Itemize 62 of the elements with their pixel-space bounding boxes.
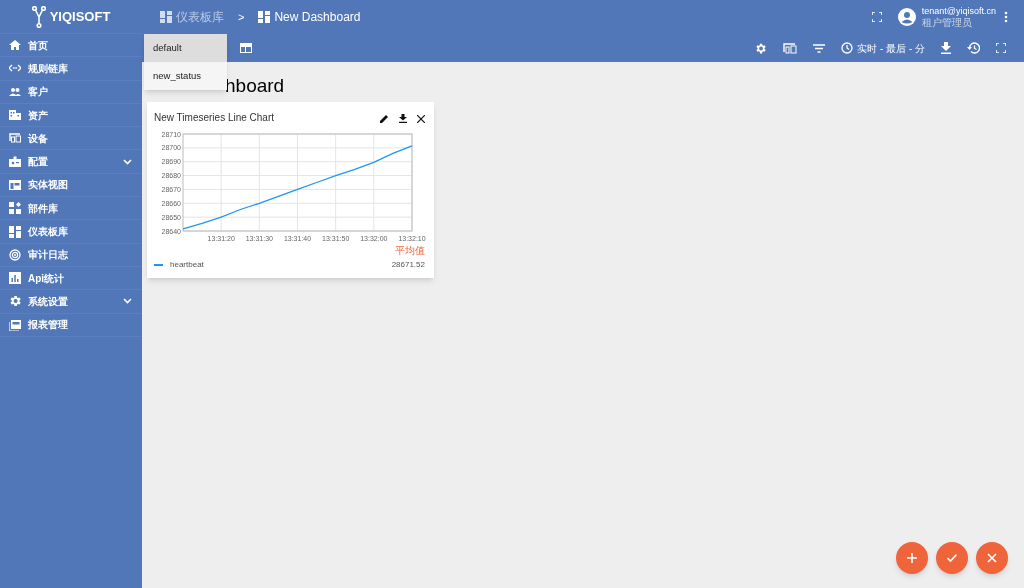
sidebar-item[interactable]: 配置 xyxy=(0,150,142,174)
add-button[interactable] xyxy=(896,542,928,574)
logo-icon xyxy=(31,5,46,28)
breadcrumb-link[interactable]: 仪表板库 xyxy=(160,8,224,26)
sidebar-item[interactable]: 资产 xyxy=(0,103,142,128)
history-icon[interactable] xyxy=(967,42,980,54)
settings-icon xyxy=(9,295,21,308)
clock-icon xyxy=(841,42,854,54)
report-icon xyxy=(9,318,21,331)
bar-chart-icon xyxy=(9,272,21,285)
sidebar-item[interactable]: 报表管理 xyxy=(0,313,142,337)
breadcrumb-link[interactable]: New Dashboard xyxy=(258,8,361,26)
layout-icon[interactable] xyxy=(240,43,252,53)
more-icon[interactable] xyxy=(1004,11,1008,23)
target-icon xyxy=(9,248,21,261)
chevron-down-icon xyxy=(123,158,132,165)
chevron-down-icon xyxy=(123,298,132,305)
sidebar-item[interactable]: 仪表板库 xyxy=(0,220,142,244)
legend-value: 28671.52 xyxy=(391,259,426,271)
dashboard-title: hboard xyxy=(225,74,285,98)
dashboard-icon xyxy=(160,11,172,23)
grid-icon xyxy=(9,178,21,191)
breadcrumb-separator: > xyxy=(238,9,245,25)
widget-title: New Timeseries Line Chart xyxy=(154,111,275,125)
legend-header: 平均值 xyxy=(395,244,425,258)
user-role: 租户管理员 xyxy=(921,17,973,28)
menu-item[interactable]: new_status xyxy=(144,62,227,90)
fullscreen-icon[interactable] xyxy=(996,43,1006,53)
dashboard-icon xyxy=(258,11,271,23)
sidebar-item[interactable]: 系统设置 xyxy=(0,290,142,314)
home-icon xyxy=(9,39,21,52)
check-icon xyxy=(947,553,957,563)
legend-label: heartbeat xyxy=(170,259,205,271)
sidebar-item[interactable]: Api统计 xyxy=(0,266,142,291)
avatar-icon[interactable] xyxy=(897,8,916,26)
sidebar-item[interactable]: 规则链库 xyxy=(0,57,142,81)
sidebar-item[interactable]: 客户 xyxy=(0,80,142,104)
devices-icon[interactable] xyxy=(783,42,798,54)
edit-icon[interactable] xyxy=(380,114,389,123)
people-icon xyxy=(9,85,21,98)
badge-icon xyxy=(9,155,21,168)
sidebar-item[interactable]: 实体视图 xyxy=(0,173,142,198)
download-icon[interactable] xyxy=(399,114,407,123)
filter-icon[interactable] xyxy=(813,43,826,53)
fullscreen-icon[interactable] xyxy=(871,12,882,22)
close-icon xyxy=(987,553,997,563)
logo-text: YIQISOFT xyxy=(49,7,111,26)
user-email: tenant@yiqisoft.cn xyxy=(921,6,996,17)
sidebar-item[interactable]: 审计日志 xyxy=(0,243,142,267)
close-icon[interactable] xyxy=(417,114,425,123)
widgets-icon xyxy=(9,202,21,215)
sidebar-item[interactable]: 部件库 xyxy=(0,197,142,221)
building-icon xyxy=(9,109,21,122)
menu-item[interactable]: default xyxy=(144,34,227,62)
sidebar-item[interactable]: 设备 xyxy=(0,127,142,151)
plus-icon xyxy=(907,553,917,563)
dashboard-icon xyxy=(9,225,21,238)
cancel-button[interactable] xyxy=(976,542,1008,574)
timewindow-button[interactable]: 实时 - 最后 - 分 xyxy=(841,40,925,56)
apply-button[interactable] xyxy=(936,542,968,574)
settings-icon[interactable] xyxy=(754,41,768,55)
devices-icon xyxy=(9,132,21,145)
